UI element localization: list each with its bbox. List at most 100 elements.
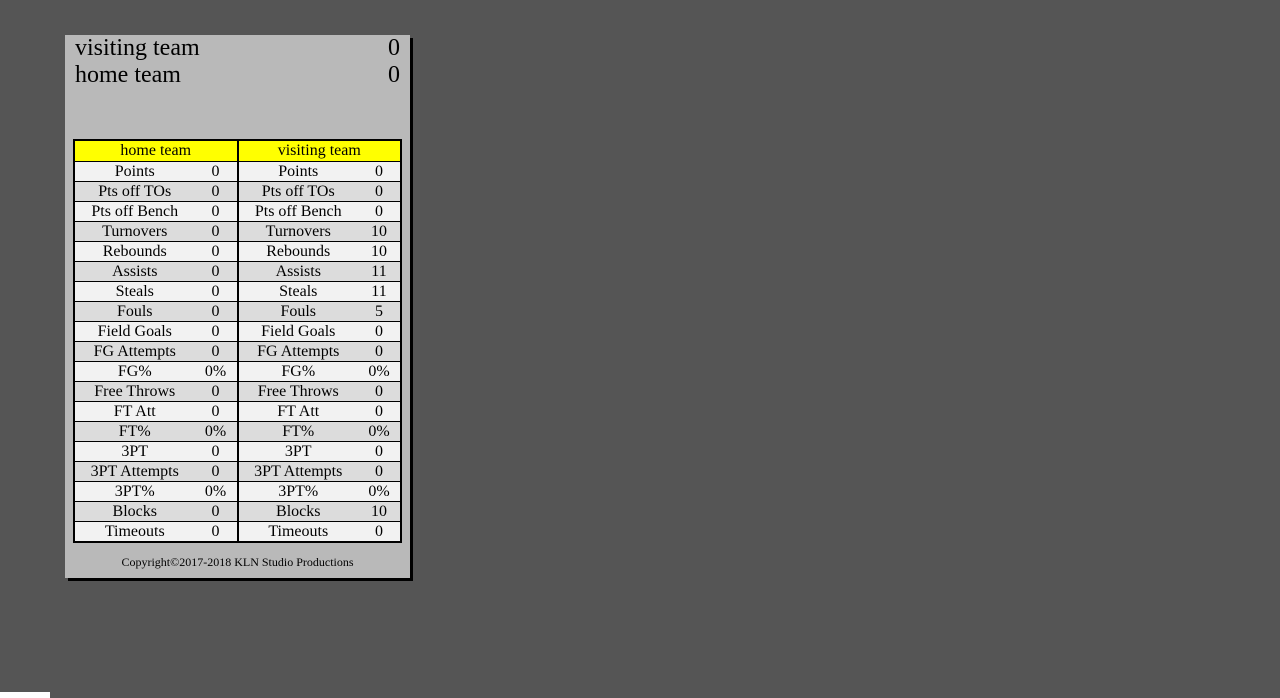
stat-label: Turnovers: [75, 222, 195, 241]
stat-label: Pts off Bench: [239, 202, 359, 221]
table-row: FG Attempts0: [239, 342, 401, 362]
table-row: Timeouts0: [75, 522, 237, 541]
table-row: Assists11: [239, 262, 401, 282]
stat-label: FT%: [239, 422, 359, 441]
table-row: Free Throws0: [239, 382, 401, 402]
table-row: 3PT0: [75, 442, 237, 462]
visiting-stats-column: visiting team Points0Pts off TOs0Pts off…: [239, 141, 401, 541]
stat-label: Points: [239, 162, 359, 181]
table-row: Points0: [239, 162, 401, 182]
stat-label: 3PT Attempts: [75, 462, 195, 481]
stat-label: Pts off TOs: [75, 182, 195, 201]
stat-label: Timeouts: [75, 522, 195, 541]
stat-value: 0: [358, 162, 400, 181]
stat-value: 0: [195, 262, 237, 281]
stat-value: 11: [358, 282, 400, 301]
stat-value: 0: [358, 182, 400, 201]
stats-panel: visiting team 0 home team 0 home team Po…: [65, 35, 410, 578]
stat-value: 0%: [358, 362, 400, 381]
stat-label: Pts off TOs: [239, 182, 359, 201]
stat-label: Free Throws: [75, 382, 195, 401]
stat-value: 0: [358, 462, 400, 481]
stat-label: Pts off Bench: [75, 202, 195, 221]
table-row: Steals11: [239, 282, 401, 302]
stat-value: 0: [195, 522, 237, 541]
home-team-score: 0: [388, 62, 400, 89]
stat-value: 0: [195, 502, 237, 521]
stat-label: FT Att: [75, 402, 195, 421]
stat-label: Timeouts: [239, 522, 359, 541]
copyright-text: Copyright©2017-2018 KLN Studio Productio…: [65, 555, 410, 570]
table-row: Pts off TOs0: [75, 182, 237, 202]
stat-value: 0: [358, 382, 400, 401]
visiting-team-name: visiting team: [75, 35, 200, 62]
stat-value: 10: [358, 222, 400, 241]
stat-label: Rebounds: [239, 242, 359, 261]
stat-value: 5: [358, 302, 400, 321]
stat-label: FG%: [239, 362, 359, 381]
table-row: Pts off TOs0: [239, 182, 401, 202]
stats-table: home team Points0Pts off TOs0Pts off Ben…: [73, 139, 402, 543]
table-row: FG Attempts0: [75, 342, 237, 362]
stat-value: 0%: [358, 422, 400, 441]
table-row: Rebounds0: [75, 242, 237, 262]
stat-label: 3PT%: [239, 482, 359, 501]
visiting-score-line: visiting team 0: [65, 35, 410, 62]
stat-value: 0%: [195, 362, 237, 381]
table-row: 3PT Attempts0: [75, 462, 237, 482]
stat-value: 0: [358, 202, 400, 221]
stat-label: Field Goals: [75, 322, 195, 341]
table-row: Turnovers0: [75, 222, 237, 242]
stat-label: Steals: [75, 282, 195, 301]
stat-value: 0%: [358, 482, 400, 501]
stat-label: Blocks: [75, 502, 195, 521]
home-score-line: home team 0: [65, 62, 410, 89]
stat-value: 0: [195, 182, 237, 201]
stat-value: 0: [195, 382, 237, 401]
stat-value: 10: [358, 242, 400, 261]
table-row: Pts off Bench0: [75, 202, 237, 222]
stat-label: Rebounds: [75, 242, 195, 261]
table-row: 3PT0: [239, 442, 401, 462]
stat-label: Points: [75, 162, 195, 181]
table-row: Turnovers10: [239, 222, 401, 242]
stat-label: 3PT%: [75, 482, 195, 501]
table-row: 3PT%0%: [239, 482, 401, 502]
visiting-column-header: visiting team: [239, 141, 401, 162]
stat-value: 0: [195, 402, 237, 421]
stat-value: 0: [195, 282, 237, 301]
table-row: FT%0%: [75, 422, 237, 442]
stat-value: 0: [195, 342, 237, 361]
table-row: Blocks10: [239, 502, 401, 522]
stat-value: 0: [358, 322, 400, 341]
stat-value: 0: [358, 522, 400, 541]
stat-label: FT Att: [239, 402, 359, 421]
stat-label: Assists: [75, 262, 195, 281]
stat-label: 3PT: [75, 442, 195, 461]
stat-value: 0: [358, 342, 400, 361]
stat-label: 3PT: [239, 442, 359, 461]
stat-value: 0: [195, 202, 237, 221]
table-row: Fouls0: [75, 302, 237, 322]
table-row: Timeouts0: [239, 522, 401, 541]
table-row: Fouls5: [239, 302, 401, 322]
table-row: FT%0%: [239, 422, 401, 442]
stat-label: Fouls: [75, 302, 195, 321]
table-row: Pts off Bench0: [239, 202, 401, 222]
visiting-team-score: 0: [388, 35, 400, 62]
stat-label: 3PT Attempts: [239, 462, 359, 481]
stat-value: 0%: [195, 422, 237, 441]
stat-value: 0: [358, 442, 400, 461]
stat-label: FG Attempts: [239, 342, 359, 361]
stat-value: 0: [358, 402, 400, 421]
table-row: FT Att0: [239, 402, 401, 422]
table-row: Rebounds10: [239, 242, 401, 262]
stat-value: 0: [195, 462, 237, 481]
table-row: FG%0%: [239, 362, 401, 382]
stat-label: Free Throws: [239, 382, 359, 401]
table-row: Steals0: [75, 282, 237, 302]
stat-value: 0: [195, 162, 237, 181]
stat-label: FG%: [75, 362, 195, 381]
stat-label: Assists: [239, 262, 359, 281]
home-stats-column: home team Points0Pts off TOs0Pts off Ben…: [75, 141, 239, 541]
